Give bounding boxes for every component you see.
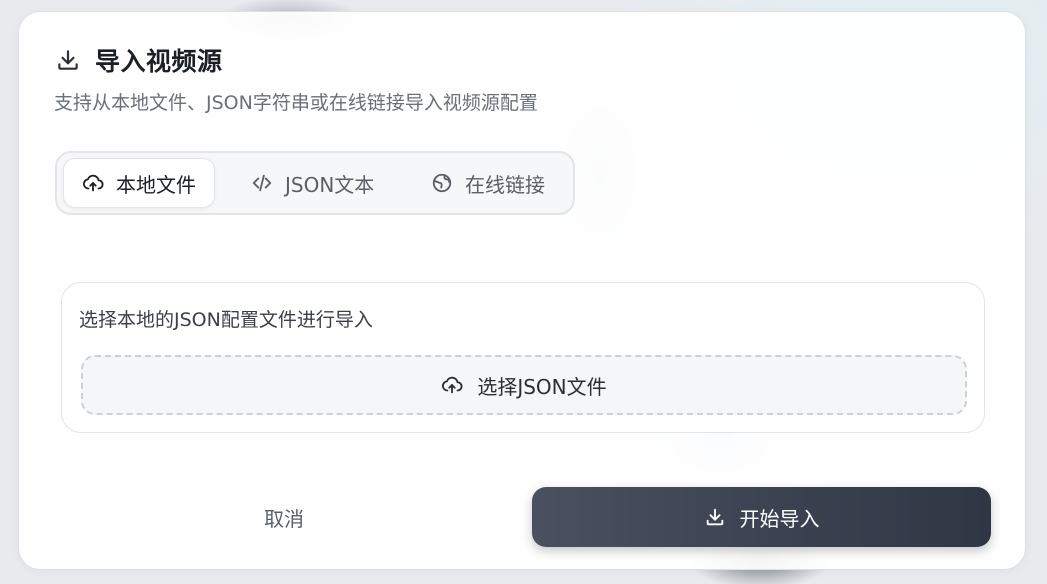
download-icon: [55, 47, 81, 73]
globe-icon: [431, 172, 453, 194]
code-icon: [251, 172, 273, 194]
select-json-file-button[interactable]: 选择JSON文件: [81, 355, 967, 415]
import-video-source-dialog: 导入视频源 支持从本地文件、JSON字符串或在线链接导入视频源配置 本地文件 J…: [18, 11, 1026, 570]
cancel-label: 取消: [264, 506, 304, 531]
local-file-panel: 选择本地的JSON配置文件进行导入 选择JSON文件: [61, 282, 985, 433]
dialog-header: 导入视频源: [55, 42, 223, 78]
tab-label: 在线链接: [465, 172, 545, 197]
upload-cloud-icon: [82, 172, 104, 194]
cancel-button[interactable]: 取消: [199, 487, 369, 547]
select-button-label: 选择JSON文件: [477, 374, 607, 399]
tab-online-link[interactable]: 在线链接: [431, 158, 545, 208]
dialog-title: 导入视频源: [95, 47, 223, 76]
panel-description: 选择本地的JSON配置文件进行导入: [79, 309, 373, 331]
start-import-button[interactable]: 开始导入: [532, 487, 991, 547]
upload-cloud-icon: [441, 374, 463, 396]
import-method-tabs: 本地文件 JSON文本 在线链接: [55, 151, 575, 215]
tab-label: JSON文本: [285, 172, 375, 197]
tab-local-file[interactable]: 本地文件: [63, 158, 215, 208]
start-import-label: 开始导入: [739, 506, 820, 531]
tab-json-text[interactable]: JSON文本: [251, 158, 374, 208]
download-icon: [704, 506, 726, 528]
dialog-subtitle: 支持从本地文件、JSON字符串或在线链接导入视频源配置: [54, 92, 538, 114]
tab-label: 本地文件: [116, 172, 196, 197]
